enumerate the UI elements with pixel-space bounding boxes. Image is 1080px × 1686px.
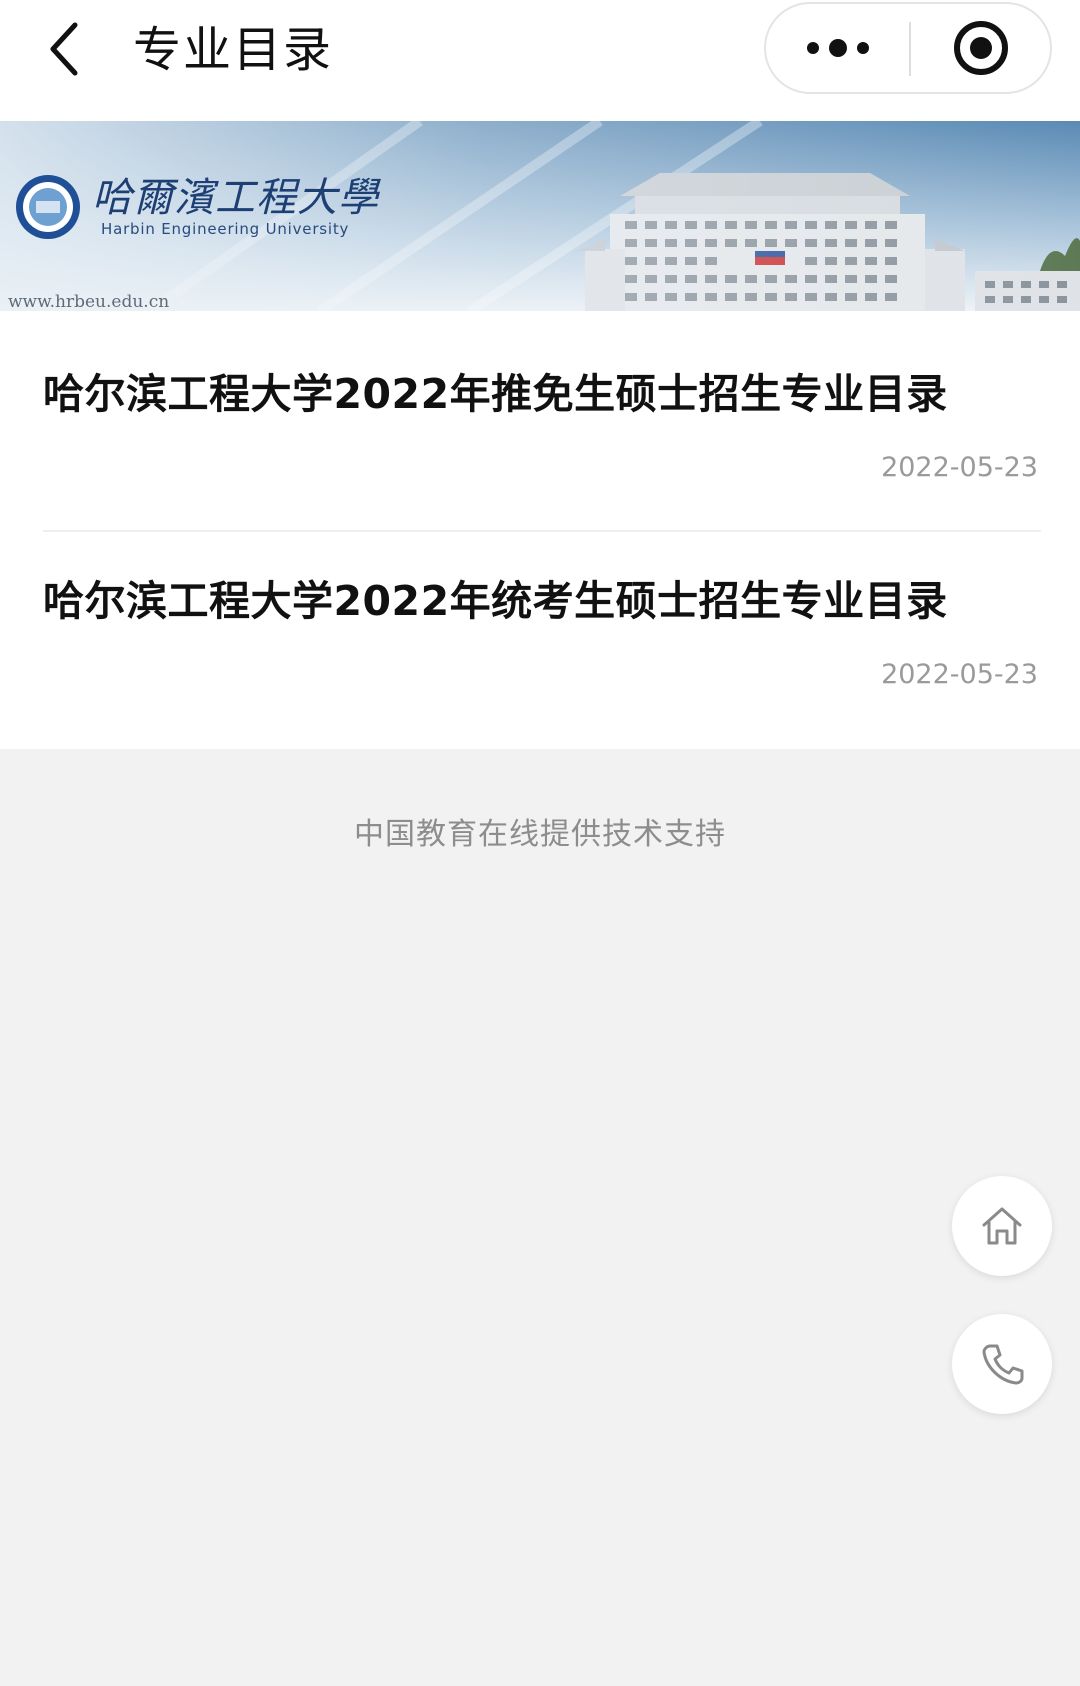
university-banner: 哈爾濱工程大學 Harbin Engineering University ww… [0,121,1080,311]
back-button[interactable] [30,14,100,84]
more-dots-icon [806,39,869,57]
university-website: www.hrbeu.edu.cn [8,292,170,311]
page-title: 专业目录 [133,22,334,78]
article-title[interactable]: 哈尔滨工程大学2022年推免生硕士招生专业目录 [43,368,948,420]
home-icon [982,1207,1022,1245]
nav-bar: 专业目录 [0,0,1080,121]
university-name-cn: 哈爾濱工程大學 [92,175,379,221]
article-item[interactable]: 哈尔滨工程大学2022年推免生硕士招生专业目录 2022-05-23 [0,311,1080,532]
back-chevron-icon [50,22,78,76]
university-name-en: Harbin Engineering University [101,220,350,238]
mini-program-capsule [764,2,1052,94]
phone-button[interactable] [952,1314,1052,1414]
article-item[interactable]: 哈尔滨工程大学2022年统考生硕士招生专业目录 2022-05-23 [0,532,1080,749]
article-date: 2022-05-23 [881,452,1038,483]
article-date: 2022-05-23 [881,659,1038,690]
article-title[interactable]: 哈尔滨工程大学2022年统考生硕士招生专业目录 [43,575,948,627]
more-button[interactable] [766,4,909,92]
article-list: 哈尔滨工程大学2022年推免生硕士招生专业目录 2022-05-23 哈尔滨工程… [0,311,1080,749]
home-button[interactable] [952,1176,1052,1276]
close-button[interactable] [911,4,1050,92]
university-seal-logo [16,175,80,239]
record-close-icon [953,21,1008,75]
tech-support-footer: 中国教育在线提供技术支持 [354,817,726,852]
phone-icon [982,1344,1024,1385]
app-root: 专业目录 哈爾濱工程大學 Harbin Engineering Universi… [0,0,1080,1686]
